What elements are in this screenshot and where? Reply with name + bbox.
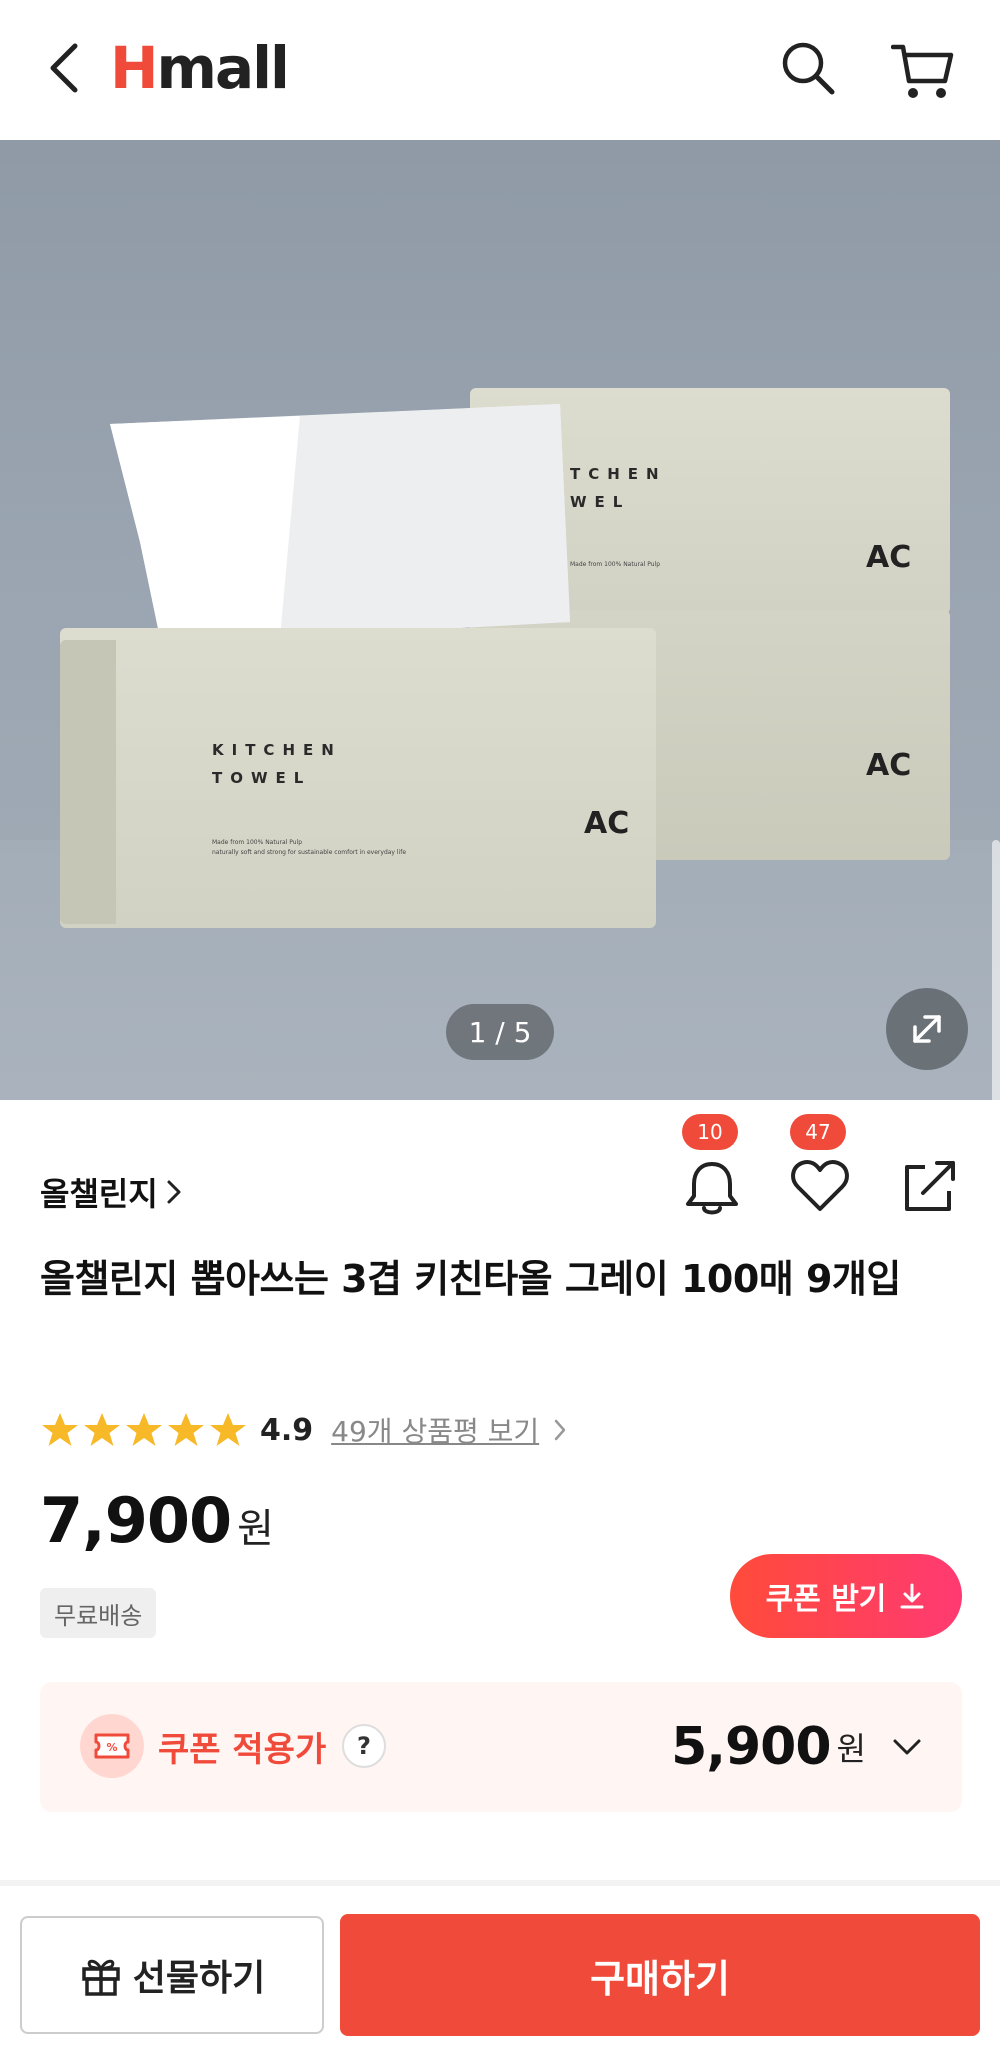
bell-icon [686, 1162, 738, 1215]
tissue-sheet [110, 404, 570, 638]
brand-name: 올챌린지 [40, 1175, 158, 1213]
box-back-label: TCHEN WEL [570, 465, 667, 511]
star-icon [84, 1413, 120, 1446]
star-icon [42, 1413, 78, 1446]
towel-box-front [60, 628, 656, 928]
cart-icon [891, 44, 954, 98]
back-button[interactable] [40, 36, 88, 100]
rating-value: 4.9 [260, 1412, 314, 1448]
logo-letter-h: H [110, 34, 159, 102]
chevron-right-icon [167, 1180, 181, 1204]
box-front-label: KITCHEN TOWEL [212, 741, 342, 787]
download-icon [900, 1583, 924, 1609]
star-icon [168, 1413, 204, 1446]
expand-icon [913, 1015, 941, 1043]
coupon-price-value: 5,900 [671, 1717, 831, 1777]
coupon-price-panel[interactable]: % 쿠폰 적용가 ? 5,900 원 [40, 1682, 962, 1812]
box-front-logo: AC [584, 806, 630, 841]
coupon-price-label: 쿠폰 적용가 [158, 1729, 327, 1770]
coupon-price: 5,900 원 [671, 1712, 922, 1782]
chevron-left-icon [50, 43, 78, 93]
product-image-carousel[interactable]: TCHEN WEL Made from 100% Natural Pulp AC… [0, 140, 1000, 1100]
get-coupon-button[interactable]: 쿠폰 받기 [730, 1554, 962, 1638]
coupon-price-unit: 원 [836, 1730, 866, 1768]
cart-button[interactable] [888, 36, 958, 106]
free-shipping-tag: 무료배송 [40, 1588, 157, 1638]
buy-button[interactable]: 구매하기 [340, 1914, 980, 2036]
chevron-down-icon[interactable] [892, 1738, 922, 1756]
gift-label: 선물하기 [132, 1958, 266, 1999]
rating-row: 4.9 49개 상품평 보기 [40, 1402, 567, 1458]
like-button[interactable] [780, 1146, 860, 1226]
carousel-scroll-hint [992, 840, 1000, 1100]
like-count-badge: 47 [790, 1114, 846, 1150]
coupon-help-button[interactable]: ? [342, 1724, 386, 1768]
towel-box-front-side [60, 640, 116, 924]
svg-text:%: % [106, 1741, 117, 1754]
logo-text: mall [156, 34, 290, 102]
gift-button[interactable]: 선물하기 [20, 1916, 324, 2034]
expand-image-button[interactable] [886, 988, 968, 1070]
star-icon [126, 1413, 162, 1446]
search-button[interactable] [776, 36, 840, 100]
coupon-icon: % [80, 1714, 144, 1778]
price: 7,900 원 [40, 1484, 274, 1564]
brand-link[interactable]: 올챌린지 [40, 1168, 182, 1216]
share-icon [905, 1161, 955, 1211]
get-coupon-label: 쿠폰 받기 [765, 1582, 887, 1617]
hmall-logo[interactable]: Hmall [110, 34, 290, 102]
gift-icon [82, 1959, 120, 1996]
share-button[interactable] [890, 1146, 970, 1226]
search-icon [782, 42, 835, 95]
chevron-right-icon [554, 1419, 566, 1441]
notify-button[interactable] [672, 1148, 752, 1228]
notify-count-badge: 10 [682, 1114, 738, 1150]
section-divider [0, 1880, 1000, 1886]
star-icon [210, 1413, 246, 1446]
top-app-bar: Hmall [0, 0, 1000, 140]
review-link[interactable]: 49개 상품평 보기 [331, 1410, 539, 1450]
box-back-logo: AC [866, 540, 912, 575]
product-title: 올챌린지 뽑아쓰는 3겹 키친타올 그레이 100매 9개입 [40, 1257, 901, 1301]
box-front-small-text: Made from 100% Natural Pulp naturally so… [212, 839, 407, 856]
box-back-logo-lower: AC [866, 748, 912, 783]
heart-icon [791, 1159, 849, 1211]
box-back-small-text: Made from 100% Natural Pulp [570, 561, 661, 568]
image-page-indicator: 1 / 5 [446, 1004, 554, 1060]
price-unit: 원 [237, 1506, 274, 1552]
price-value: 7,900 [40, 1484, 232, 1557]
